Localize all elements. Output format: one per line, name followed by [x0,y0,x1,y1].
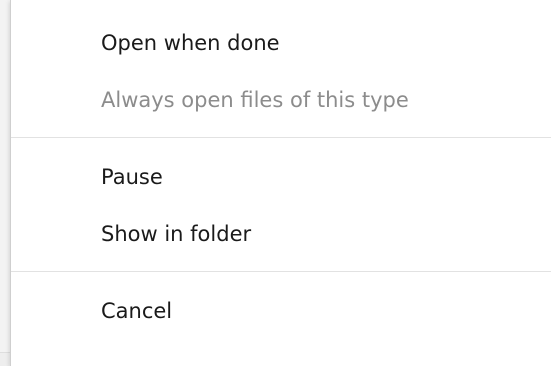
screen: Open when done Always open files of this… [0,0,551,366]
menu-item-cancel[interactable]: Cancel [11,282,551,339]
menu-separator [11,137,551,138]
menu-item-pause[interactable]: Pause [11,148,551,205]
menu-separator [11,271,551,272]
download-context-menu: Open when done Always open files of this… [10,0,551,366]
menu-item-show-in-folder[interactable]: Show in folder [11,205,551,262]
menu-item-always-open-files-of-this-type: Always open files of this type [101,87,409,112]
menu-item-open-when-done[interactable]: Open when done [11,14,551,71]
